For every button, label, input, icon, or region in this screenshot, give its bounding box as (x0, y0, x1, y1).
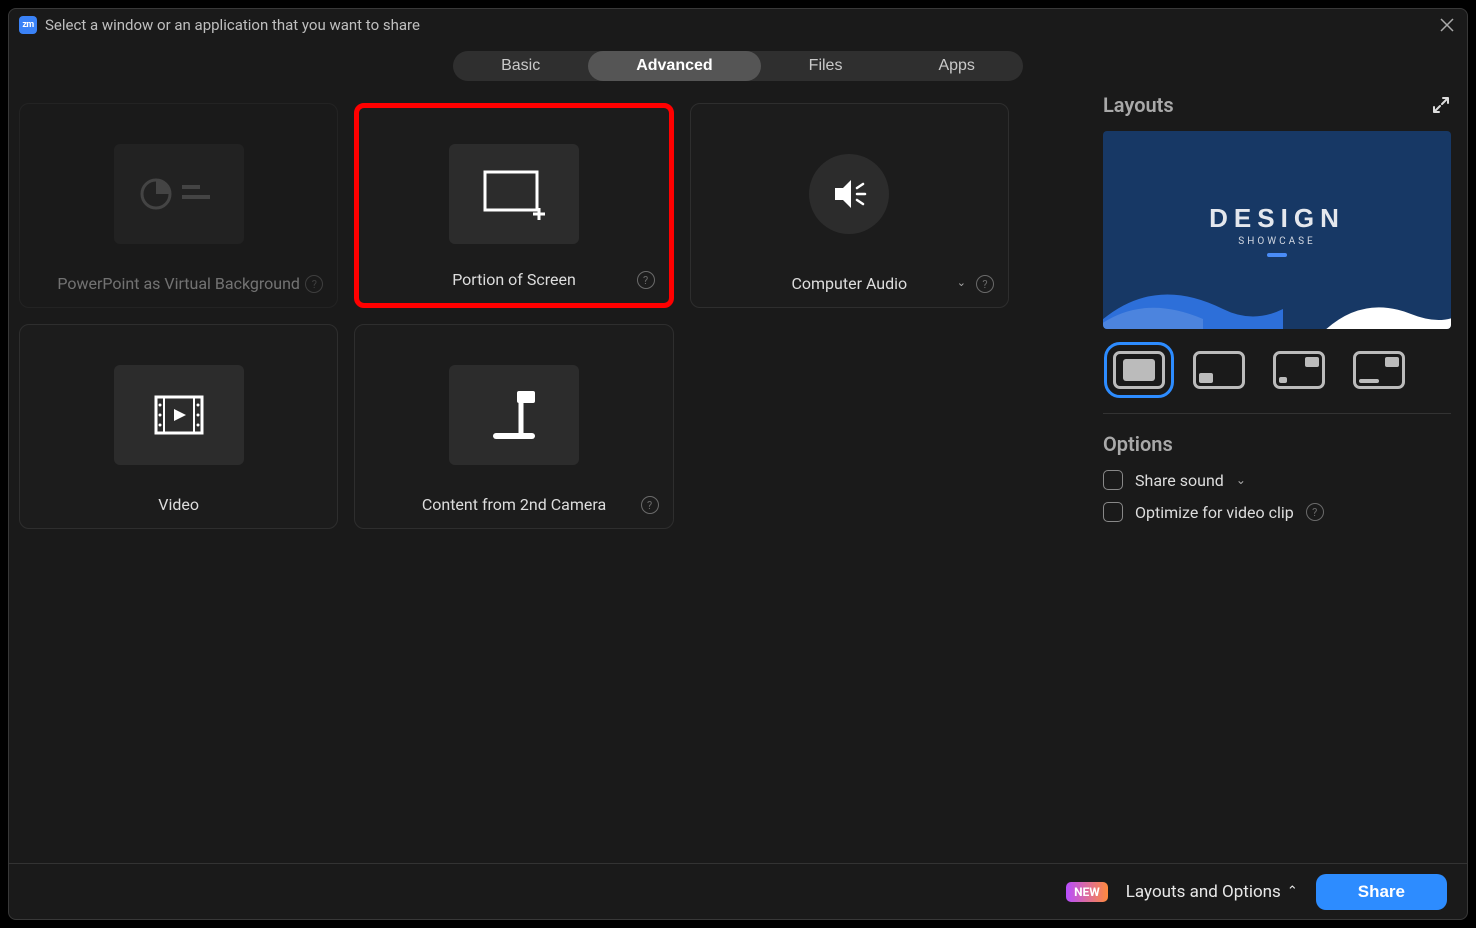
expand-button[interactable] (1431, 95, 1451, 115)
thumb-graphic (1123, 359, 1155, 381)
help-icon[interactable]: ? (1306, 503, 1324, 521)
layout-thumb-pip-tr[interactable] (1273, 351, 1325, 389)
layouts-header-row: Layouts (1103, 93, 1451, 117)
preview-title: DESIGN (1209, 203, 1345, 234)
footer-toggle-label: Layouts and Options (1126, 882, 1281, 902)
layout-thumbnails (1103, 329, 1451, 414)
checkbox[interactable] (1103, 470, 1123, 490)
chevron-up-icon: ⌃ (1287, 884, 1298, 899)
layout-thumb-side[interactable] (1353, 351, 1405, 389)
card-label: Portion of Screen (359, 270, 668, 289)
layout-preview: DESIGN SHOWCASE (1103, 131, 1451, 329)
right-pane: Layouts DESIGN SHOWCASE (1087, 93, 1467, 863)
card-label: Content from 2nd Camera (355, 495, 672, 514)
thumb-graphic (1279, 377, 1287, 383)
share-window: zm Select a window or an application tha… (8, 8, 1468, 920)
tab-files[interactable]: Files (761, 51, 891, 81)
close-icon (1440, 18, 1454, 32)
expand-icon (1431, 95, 1451, 115)
options-header: Options (1103, 432, 1451, 456)
layouts-header: Layouts (1103, 93, 1174, 117)
share-grid: PowerPoint as Virtual Background ? Porti… (19, 103, 1009, 529)
video-icon (114, 365, 244, 465)
help-icon[interactable]: ? (641, 496, 659, 514)
thumb-graphic (1359, 379, 1379, 383)
tab-apps[interactable]: Apps (890, 51, 1022, 81)
card-video[interactable]: Video (19, 324, 338, 529)
powerpoint-icon (114, 144, 244, 244)
tab-bar: Basic Advanced Files Apps (9, 41, 1467, 93)
thumb-graphic (1385, 357, 1399, 367)
tab-advanced[interactable]: Advanced (588, 51, 760, 81)
chevron-down-icon[interactable]: ⌄ (1236, 473, 1246, 487)
share-button[interactable]: Share (1316, 874, 1447, 910)
card-label: PowerPoint as Virtual Background (20, 274, 337, 293)
card-powerpoint-bg: PowerPoint as Virtual Background ? (19, 103, 338, 308)
footer: NEW Layouts and Options ⌃ Share (9, 863, 1467, 919)
card-computer-audio[interactable]: Computer Audio ⌄ ? (690, 103, 1009, 308)
tab-basic[interactable]: Basic (453, 51, 588, 81)
help-icon[interactable]: ? (976, 275, 994, 293)
help-icon[interactable]: ? (637, 271, 655, 289)
preview-wave-icon (1321, 284, 1451, 329)
checkbox[interactable] (1103, 502, 1123, 522)
option-label: Share sound (1135, 471, 1224, 490)
body: PowerPoint as Virtual Background ? Porti… (9, 93, 1467, 863)
card-label: Video (20, 495, 337, 514)
option-optimize-video[interactable]: Optimize for video clip ? (1103, 502, 1451, 522)
titlebar: zm Select a window or an application tha… (9, 9, 1467, 41)
layout-thumb-pip-bl[interactable] (1193, 351, 1245, 389)
doc-camera-icon (449, 365, 579, 465)
portion-icon (449, 144, 579, 244)
option-share-sound[interactable]: Share sound ⌄ (1103, 470, 1451, 490)
left-pane: PowerPoint as Virtual Background ? Porti… (9, 93, 1087, 863)
layouts-options-toggle[interactable]: Layouts and Options ⌃ (1126, 882, 1298, 902)
tab-group: Basic Advanced Files Apps (453, 51, 1023, 81)
preview-accent (1267, 253, 1287, 257)
close-button[interactable] (1437, 15, 1457, 35)
option-label: Optimize for video clip (1135, 503, 1294, 522)
thumb-graphic (1305, 357, 1319, 367)
speaker-icon (809, 154, 889, 234)
thumb-graphic (1199, 373, 1213, 383)
card-second-camera[interactable]: Content from 2nd Camera ? (354, 324, 673, 529)
window-title: Select a window or an application that y… (45, 16, 420, 34)
card-portion-screen[interactable]: Portion of Screen ? (354, 103, 673, 308)
new-badge: NEW (1066, 882, 1108, 902)
preview-wave-icon (1103, 259, 1283, 329)
layout-thumb-full[interactable] (1113, 351, 1165, 389)
chevron-down-icon[interactable]: ⌄ (957, 276, 966, 289)
preview-subtitle: SHOWCASE (1238, 236, 1315, 247)
app-logo: zm (19, 16, 37, 34)
